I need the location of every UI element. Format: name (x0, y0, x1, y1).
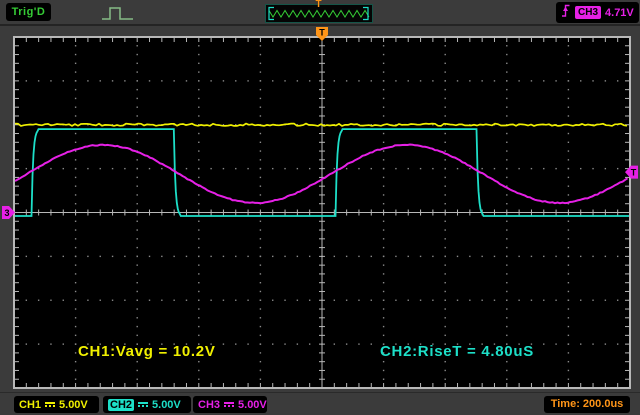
ch2-scale: 5.00V (152, 399, 181, 411)
ch2-coupling-icon (138, 402, 148, 407)
ch1-coupling-icon (45, 402, 55, 407)
ch2-settings-box[interactable]: CH2 5.00V (103, 396, 191, 413)
measurement-ch2-riset: CH2:RiseT = 4.80uS (380, 343, 534, 360)
bottom-status-bar: CH1 5.00V CH2 5.00V CH3 5.00V Time: 200.… (0, 392, 640, 415)
ch3-scale: 5.00V (238, 399, 267, 411)
ch3-settings-box[interactable]: CH3 5.00V (193, 396, 267, 413)
svg-text:T: T (319, 28, 325, 38)
ch3-label: CH3 (198, 399, 220, 411)
oscilloscope-screen: Trig'D T CH3 4.71V 3TT (0, 0, 640, 415)
timebase-display[interactable]: Time: 200.0us (544, 396, 630, 413)
ch1-scale: 5.00V (59, 399, 88, 411)
ch1-label: CH1 (19, 399, 41, 411)
measurement-ch1-vavg: CH1:Vavg = 10.2V (78, 343, 216, 360)
ch3-coupling-icon (224, 402, 234, 407)
ch2-label: CH2 (108, 399, 134, 411)
svg-text:3: 3 (4, 208, 9, 218)
svg-text:T: T (631, 168, 637, 178)
graticule-grid (14, 37, 630, 388)
ch1-settings-box[interactable]: CH1 5.00V (14, 396, 99, 413)
